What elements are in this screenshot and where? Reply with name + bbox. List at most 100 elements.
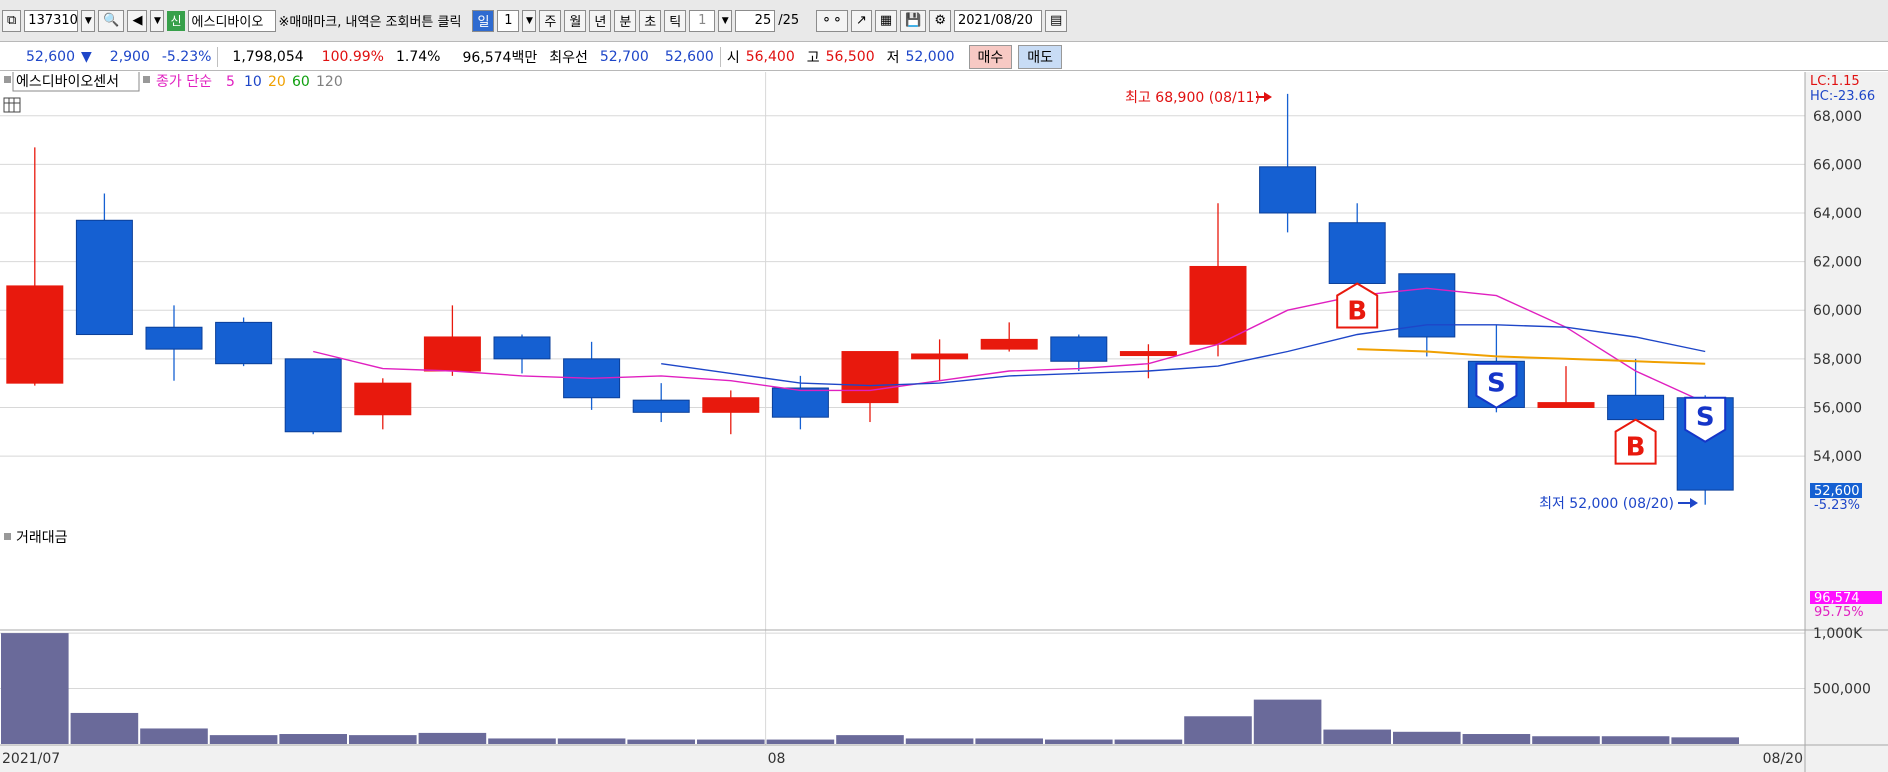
buy-button[interactable]: 매수 <box>968 44 1013 69</box>
toolbar: ⧉ 137310 ▼ 🔍 ◀ ▼ 신 에스디바이오 ※매매마크, 내역은 조회버… <box>0 0 1888 42</box>
period-count-field[interactable]: 1 <box>497 9 520 32</box>
open-price: 56,400 <box>745 48 795 65</box>
legend-bullet-icon <box>4 76 11 83</box>
volume-bar <box>1462 734 1531 744</box>
volume-bar <box>1393 731 1461 744</box>
price-tick-label: 68,000 <box>1813 109 1862 125</box>
tick-count-field[interactable]: 1 <box>689 9 716 32</box>
volume-bar <box>349 735 417 744</box>
candle-body <box>1259 166 1317 214</box>
price-change-pct: -5.23% <box>161 48 212 65</box>
high-price: 56,500 <box>825 48 875 65</box>
candle-body <box>771 387 829 418</box>
volume-value: 1,798,054 <box>232 48 304 65</box>
sell-button[interactable]: 매도 <box>1018 44 1063 69</box>
table-view-icon[interactable] <box>3 97 21 113</box>
gear-icon[interactable]: ⚙ <box>929 9 951 32</box>
grid-icon[interactable]: ▦ <box>874 9 898 32</box>
trade-amount: 96,574백만 <box>462 49 538 66</box>
legend-ma-120: 120 <box>316 74 343 90</box>
volume-tick-label: 500,000 <box>1813 682 1871 698</box>
volume-tick-label: 1,000K <box>1813 626 1863 642</box>
period-year-button[interactable]: 년 <box>589 9 612 32</box>
low-price: 52,000 <box>905 48 955 65</box>
candle-body <box>6 285 64 384</box>
trade-mark-label: S <box>1487 369 1506 399</box>
period-second-button[interactable]: 초 <box>639 9 662 32</box>
price-tick-label: 56,000 <box>1813 400 1862 416</box>
volume-bar <box>1114 739 1183 744</box>
save-icon[interactable]: 💾 <box>900 9 927 32</box>
tick-count-dropdown-icon[interactable]: ▼ <box>718 9 733 32</box>
trade-mark-label: B <box>1347 296 1367 326</box>
volume-bar <box>1323 729 1391 744</box>
candle-body <box>1607 394 1665 421</box>
mark-hint: ※매매마크, 내역은 조회버튼 클릭 <box>278 15 462 30</box>
best-price-label: 최우선 <box>549 49 588 66</box>
page-total: /25 <box>778 13 800 28</box>
candle-body <box>911 353 969 360</box>
high-annotation: 최고 68,900 (08/11) <box>1125 90 1260 106</box>
time-tick-label: 08/20 <box>1763 751 1803 767</box>
calendar-icon[interactable]: ▤ <box>1044 9 1068 32</box>
candle-body <box>632 399 690 413</box>
code-dropdown-icon[interactable]: ▼ <box>81 9 96 32</box>
trade-mark-label: B <box>1626 433 1646 463</box>
candle-body <box>145 326 203 350</box>
price-tick-label: 62,000 <box>1813 255 1862 271</box>
volume-bar <box>70 712 139 744</box>
volume-bar <box>209 735 278 744</box>
best-ask: 52,700 <box>599 48 649 65</box>
price-chart[interactable]: B S B S 에스디바이오센서 종가 단순 5 10 20 60 120 LC:1.… <box>0 72 1888 772</box>
volume-bar <box>1184 716 1252 744</box>
candle-body <box>493 336 551 360</box>
volume-bar <box>279 734 347 744</box>
code-input[interactable]: 137310 <box>24 9 79 32</box>
down-arrow-icon: ▼ <box>81 48 92 65</box>
candle-body <box>980 338 1038 350</box>
legend-stock-name: 에스디바이오센서 <box>16 74 119 90</box>
best-bid: 52,600 <box>664 48 714 65</box>
turnover: 1.74% <box>395 48 441 65</box>
speaker-dropdown-icon[interactable]: ▼ <box>150 9 165 32</box>
page-field[interactable]: 25 <box>735 9 776 32</box>
volume-bar <box>557 738 626 744</box>
period-tick-button[interactable]: 틱 <box>664 9 687 32</box>
period-count-dropdown-icon[interactable]: ▼ <box>522 9 537 32</box>
period-week-button[interactable]: 주 <box>539 9 562 32</box>
candle-body <box>1189 265 1247 345</box>
candle-body <box>284 358 342 433</box>
candle-body <box>423 336 481 372</box>
candle-body <box>1328 222 1386 284</box>
lc-label: LC:1.15 <box>1810 74 1860 89</box>
volume-bar <box>488 738 556 744</box>
volume-ratio: 100.99% <box>321 48 384 65</box>
volume-bar <box>1671 737 1739 744</box>
volume-bar <box>1532 736 1600 744</box>
volume-bar <box>418 732 487 744</box>
price-tick-label: 66,000 <box>1813 157 1862 173</box>
date-field[interactable]: 2021/08/20 <box>953 9 1042 32</box>
search-icon[interactable]: 🔍 <box>98 9 125 32</box>
volume-bar <box>140 728 208 744</box>
last-price-label: 52,600 <box>1814 484 1860 499</box>
indicator-icon[interactable]: ↗ <box>850 9 872 32</box>
candle-body <box>841 351 899 404</box>
price-tick-label: 54,000 <box>1813 449 1862 465</box>
volume-bar <box>836 735 904 744</box>
candle-body <box>1050 336 1108 362</box>
price-tick-label: 60,000 <box>1813 303 1862 319</box>
volume-bar <box>905 738 974 744</box>
compare-icon[interactable]: ⚬⚬ <box>816 9 848 32</box>
legend-ma-10: 10 <box>244 74 262 90</box>
volume-bar <box>1045 739 1113 744</box>
speaker-icon[interactable]: ◀ <box>127 9 148 32</box>
period-day-button[interactable]: 일 <box>472 9 495 32</box>
volume-bar <box>1601 736 1670 744</box>
stock-name-field[interactable]: 에스디바이오 <box>187 9 276 32</box>
period-minute-button[interactable]: 분 <box>614 9 637 32</box>
period-month-button[interactable]: 월 <box>564 9 587 32</box>
legend-ma-60: 60 <box>292 74 310 90</box>
candle-body <box>1537 402 1595 408</box>
layout-icon[interactable]: ⧉ <box>2 9 22 32</box>
